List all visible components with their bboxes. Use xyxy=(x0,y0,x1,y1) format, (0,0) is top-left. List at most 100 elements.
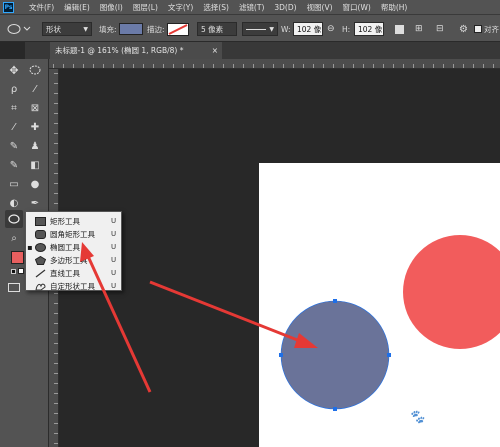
foreground-color-swatch[interactable] xyxy=(11,251,24,264)
ruler-tick xyxy=(383,64,384,68)
ellipse-marquee-icon xyxy=(29,65,41,75)
chevron-down-icon: ▼ xyxy=(269,25,274,33)
zoom-tool[interactable]: ⌕ xyxy=(5,229,23,247)
pen-tool[interactable]: ✒ xyxy=(26,194,44,212)
horizontal-ruler xyxy=(49,59,500,69)
drop-icon: ● xyxy=(30,178,40,190)
document-tab[interactable]: 未标题-1 @ 161% (椭圆 1, RGB/8) * × xyxy=(50,42,222,59)
eraser-tool[interactable]: ◧ xyxy=(26,156,44,174)
ellipse-tool-icon xyxy=(7,24,31,34)
close-icon[interactable]: × xyxy=(212,42,218,59)
ellipse-tool[interactable] xyxy=(5,210,23,228)
default-colors-icon[interactable] xyxy=(11,269,16,274)
menu-3d[interactable]: 3D(D) xyxy=(269,3,301,12)
lasso-icon: ρ xyxy=(10,83,18,95)
ruler-tick xyxy=(54,163,58,164)
ruler-tick xyxy=(54,93,58,94)
ruler-tick xyxy=(54,333,58,334)
crop-tool[interactable]: ⌗ xyxy=(5,99,23,117)
rectangle-tool-item[interactable]: 矩形工具 U xyxy=(26,215,121,227)
ruler-tick xyxy=(54,173,58,174)
history-brush-tool[interactable]: ✎ xyxy=(5,156,23,174)
path-operations-icon xyxy=(395,24,404,34)
rounded-rectangle-icon xyxy=(34,229,46,239)
width-value: 102 像 xyxy=(297,24,322,34)
path-operations-button[interactable] xyxy=(395,21,404,37)
eyedropper-tool[interactable]: ⁄ xyxy=(5,118,23,136)
line-tool-label: 直线工具 xyxy=(50,268,80,278)
ruler-tick xyxy=(193,64,194,68)
quick-selection-tool[interactable]: ⁄ xyxy=(26,80,44,98)
gradient-tool[interactable]: ▭ xyxy=(5,175,23,193)
clone-stamp-tool[interactable]: ♟ xyxy=(26,137,44,155)
tool-preset-picker[interactable] xyxy=(6,21,32,37)
line-tool-item[interactable]: 直线工具 U xyxy=(26,267,121,279)
ruler-tick xyxy=(343,64,344,68)
brush-tool[interactable]: ✎ xyxy=(5,137,23,155)
width-label: W: xyxy=(281,24,291,34)
ruler-tick xyxy=(54,313,58,314)
eraser-icon: ◧ xyxy=(30,159,40,171)
options-bar: 形状 ▼ 填充: 描边: 5 像素 ▼ W: 102 像 ⊖ H: 102 像 … xyxy=(0,14,500,42)
settings-button[interactable]: ⚙ xyxy=(459,21,468,37)
rounded-rectangle-tool-item[interactable]: 圆角矩形工具 U xyxy=(26,228,121,240)
ruler-tick xyxy=(54,373,58,374)
menu-help[interactable]: 帮助(H) xyxy=(376,2,413,13)
fill-swatch[interactable] xyxy=(119,21,143,37)
menu-image[interactable]: 图像(I) xyxy=(95,2,128,13)
ruler-tick xyxy=(263,64,264,68)
custom-shape-tool-item[interactable]: 自定形状工具 U xyxy=(26,280,121,292)
rounded-rectangle-tool-label: 圆角矩形工具 xyxy=(50,229,95,239)
path-arrangement-button[interactable]: ⊟ xyxy=(436,21,444,37)
polygon-icon xyxy=(34,255,46,265)
stroke-swatch[interactable] xyxy=(167,21,189,37)
ruler-tick xyxy=(483,64,484,68)
ruler-tick xyxy=(143,64,144,68)
menu-file[interactable]: 文件(F) xyxy=(24,2,59,13)
stroke-width-field[interactable]: 5 像素 xyxy=(197,21,237,37)
gear-icon: ⚙ xyxy=(459,23,468,35)
path-alignment-button[interactable]: ⊞ xyxy=(415,21,423,37)
link-dimensions-button[interactable]: ⊖ xyxy=(327,21,335,37)
marquee-tool[interactable] xyxy=(26,61,44,79)
frame-tool[interactable]: ⊠ xyxy=(26,99,44,117)
quick-mask-icon[interactable] xyxy=(8,283,20,292)
menu-type[interactable]: 文字(Y) xyxy=(163,2,198,13)
shortcut-label: U xyxy=(111,243,117,251)
ruler-tick xyxy=(54,73,58,74)
ruler-tick xyxy=(54,383,58,384)
height-field[interactable]: 102 像 xyxy=(354,21,384,37)
rectangle-tool-label: 矩形工具 xyxy=(50,216,80,226)
shortcut-label: U xyxy=(111,230,117,238)
photoshop-logo: Ps xyxy=(3,1,14,13)
menu-window[interactable]: 窗口(W) xyxy=(338,2,376,13)
align-edges-checkbox[interactable]: 对齐 xyxy=(474,21,499,37)
move-tool[interactable]: ✥ xyxy=(5,61,23,79)
background-color-swatch[interactable] xyxy=(18,268,24,274)
healing-brush-tool[interactable]: ✚ xyxy=(26,118,44,136)
ruler-tick xyxy=(54,443,58,444)
crop-icon: ⌗ xyxy=(11,102,17,114)
ruler-tick xyxy=(353,64,354,68)
ruler-tick xyxy=(123,64,124,68)
menu-edit[interactable]: 编辑(E) xyxy=(59,2,95,13)
brush-icon: ✎ xyxy=(9,140,19,152)
menu-select[interactable]: 选择(S) xyxy=(198,2,234,13)
link-icon: ⊖ xyxy=(327,24,335,34)
ellipse-tool-item[interactable]: ▪ 椭圆工具 U xyxy=(26,241,121,253)
polygon-tool-item[interactable]: 多边形工具 U xyxy=(26,254,121,266)
ruler-tick xyxy=(153,64,154,68)
menu-layer[interactable]: 图层(L) xyxy=(128,2,163,13)
menu-filter[interactable]: 滤镜(T) xyxy=(234,2,269,13)
blur-tool[interactable]: ● xyxy=(26,175,44,193)
menu-view[interactable]: 视图(V) xyxy=(302,2,338,13)
width-field[interactable]: 102 像 xyxy=(293,21,323,37)
line-icon xyxy=(35,269,45,277)
ruler-tick xyxy=(183,64,184,68)
fill-label: 填充: xyxy=(99,24,117,34)
chevron-down-icon: ▼ xyxy=(83,25,88,33)
tool-mode-select[interactable]: 形状 ▼ xyxy=(42,21,92,37)
stroke-type-select[interactable]: ▼ xyxy=(242,21,278,37)
ruler-tick xyxy=(453,64,454,68)
lasso-tool[interactable]: ρ xyxy=(5,80,23,98)
